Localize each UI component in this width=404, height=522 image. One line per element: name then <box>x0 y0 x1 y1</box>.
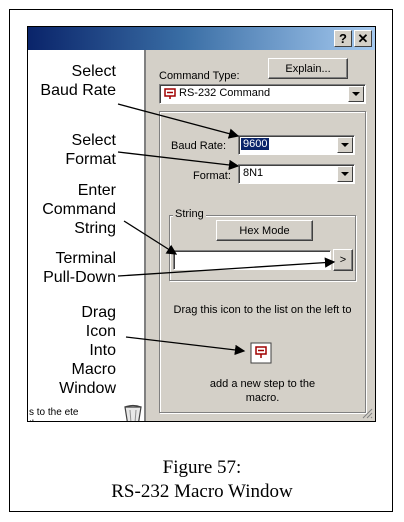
arrow-baud-rate <box>117 103 240 139</box>
figure-caption-number: Figure 57: <box>162 457 242 478</box>
arrow-command-string <box>123 220 178 255</box>
arrow-terminal <box>117 257 336 277</box>
arrow-drag-icon <box>125 336 246 356</box>
figure-caption-title: RS-232 Macro Window <box>111 481 293 502</box>
arrow-format <box>117 151 240 171</box>
callout-arrows <box>117 103 336 356</box>
